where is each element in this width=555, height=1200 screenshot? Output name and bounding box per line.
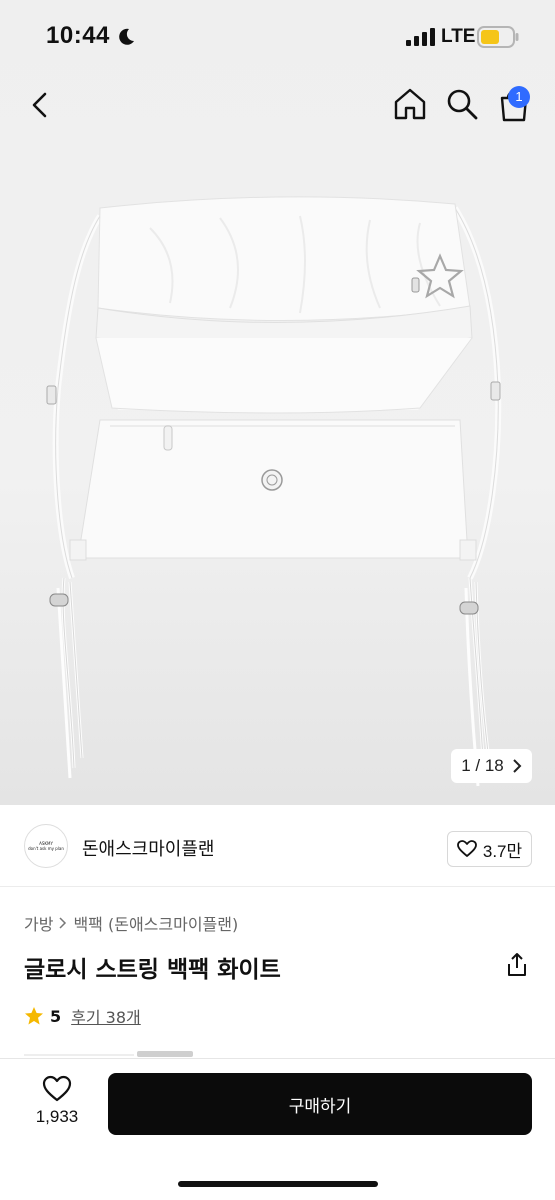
network-label: LTE [441,26,476,47]
rating-value: 5 [50,1006,62,1026]
wishlist-count: 1,933 [35,1107,79,1126]
tab-indicator [137,1051,193,1057]
status-time: 10:44 [46,22,110,49]
breadcrumb-item-backpack[interactable]: 백팩 (돈애스크마이플랜) [73,911,238,935]
home-icon[interactable] [392,86,428,122]
heart-icon [42,1075,72,1102]
moon-icon [119,28,134,45]
cart-badge: 1 [508,86,530,108]
rating-row: 5 후기 38개 [24,1004,141,1028]
search-icon[interactable] [444,86,480,122]
heart-icon [456,840,477,857]
bottom-action-bar: 1,933 구매하기 [0,1058,555,1200]
product-title: 글로시 스트링 백팩 화이트 [24,957,281,983]
product-image[interactable] [0,138,555,805]
image-counter-text: 1 / 18 [461,756,504,775]
buy-button[interactable]: 구매하기 [108,1073,532,1135]
star-icon [25,1007,43,1025]
breadcrumb: 가방 백팩 (돈애스크마이플랜) [24,911,238,935]
shop-logo-line-2: don't ask my plan [28,846,64,851]
breadcrumb-item-bag[interactable]: 가방 [24,911,53,935]
divider [24,1054,134,1056]
signal-icon [406,28,435,46]
back-icon[interactable] [24,88,58,122]
status-bar: 10:44 LTE [0,0,555,72]
wishlist-button[interactable]: 1,933 [20,1075,94,1135]
image-counter[interactable]: 1 / 18 [451,749,532,783]
shop-name[interactable]: 돈애스크마이플랜 [82,835,214,861]
share-icon[interactable] [505,952,529,978]
home-indicator [178,1181,378,1187]
chevron-right-icon [59,917,67,929]
shop-row: ASKMY don't ask my plan 돈애스크마이플랜 3.7만 [0,805,555,887]
shop-avatar[interactable]: ASKMY don't ask my plan [24,824,68,868]
battery-icon [477,26,519,48]
product-page: 10:44 LTE 1 1 / 18 ASKMY don't ask my pl… [0,0,555,1200]
chevron-right-icon [513,759,522,773]
shop-like-count: 3.7만 [482,841,523,861]
nav-header [0,72,555,138]
shop-like-button[interactable]: 3.7만 [447,831,532,867]
reviews-link[interactable]: 후기 38개 [71,1004,141,1028]
